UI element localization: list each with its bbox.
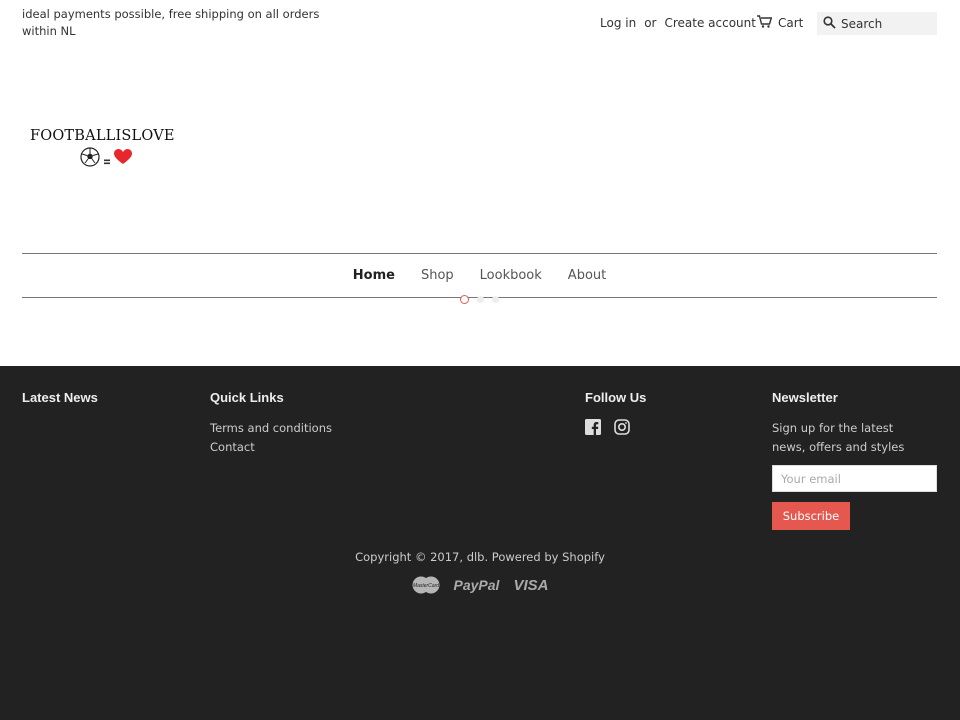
loading-dot: [477, 296, 484, 303]
logo-emblem: [30, 147, 182, 171]
announcement-text: ideal payments possible, free shipping o…: [22, 7, 320, 38]
nav-item-lookbook[interactable]: Lookbook: [480, 268, 542, 283]
latest-news-title: Latest News: [22, 390, 98, 405]
heart-icon: [114, 149, 132, 169]
email-field[interactable]: [772, 465, 937, 492]
instagram-icon[interactable]: [614, 419, 630, 435]
payment-icons: MasterCard PayPal VISA: [0, 576, 960, 594]
social-links: [585, 419, 646, 435]
site-footer: Latest News Quick Links Terms and condit…: [0, 366, 960, 720]
nav-item-about[interactable]: About: [568, 268, 606, 283]
mastercard-icon: MasterCard: [412, 576, 440, 594]
main-navigation: Home Shop Lookbook About: [22, 253, 937, 298]
subscribe-button[interactable]: Subscribe: [772, 502, 850, 530]
terms-link[interactable]: Terms and conditions: [210, 419, 332, 438]
soccer-ball-icon: [80, 147, 100, 171]
or-separator: or: [644, 15, 657, 30]
nav-item-shop[interactable]: Shop: [421, 268, 454, 283]
loading-indicator: [460, 295, 507, 304]
follow-us-section: Follow Us: [585, 390, 646, 435]
cart-icon: [757, 14, 778, 31]
contact-link[interactable]: Contact: [210, 438, 332, 457]
newsletter-section: Newsletter Sign up for the latest news, …: [772, 390, 942, 530]
loading-dot: [492, 296, 499, 303]
cart-link[interactable]: Cart: [757, 14, 803, 31]
newsletter-description: Sign up for the latest news, offers and …: [772, 421, 905, 454]
cart-label: Cart: [778, 15, 804, 30]
equals-icon: [104, 150, 110, 169]
search-input[interactable]: [841, 16, 931, 31]
site-logo[interactable]: FOOTBALLISLOVE: [30, 128, 182, 176]
paypal-icon: PayPal: [453, 577, 500, 593]
follow-us-title: Follow Us: [585, 390, 647, 405]
login-link[interactable]: Log in: [600, 16, 636, 30]
latest-news-section: Latest News: [22, 390, 98, 419]
visa-icon: VISA: [513, 576, 549, 594]
nav-item-home[interactable]: Home: [353, 268, 395, 283]
copyright-text: Copyright © 2017, dlb. Powered by Shopif…: [355, 550, 605, 564]
account-links: Log in or Create account: [600, 14, 756, 31]
loading-dot: [460, 295, 469, 304]
create-account-link[interactable]: Create account: [664, 16, 756, 30]
facebook-icon[interactable]: [585, 419, 601, 435]
search-box: [817, 12, 937, 35]
newsletter-title: Newsletter: [772, 390, 838, 405]
search-icon[interactable]: [823, 14, 836, 33]
quick-links-section: Quick Links Terms and conditions Contact: [210, 390, 332, 457]
logo-text: FOOTBALLISLOVE: [30, 128, 175, 144]
quick-links-title: Quick Links: [210, 390, 284, 405]
mastercard-text: MasterCard: [412, 583, 438, 589]
